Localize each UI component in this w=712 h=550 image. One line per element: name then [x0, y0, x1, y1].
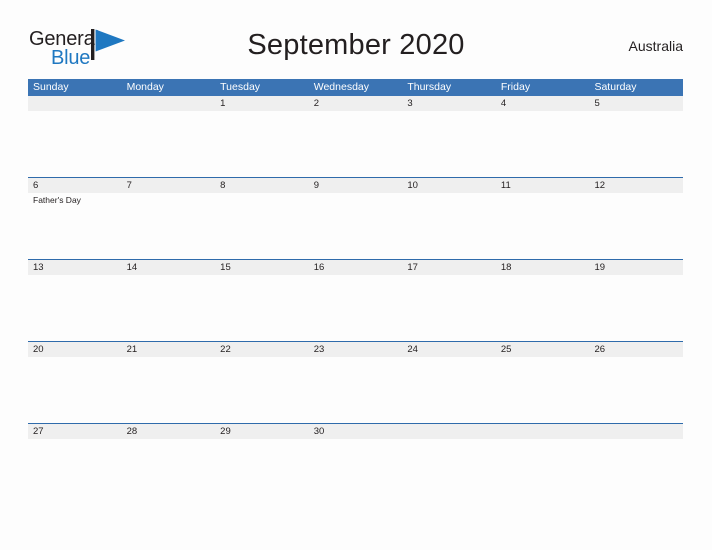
day-number[interactable]	[402, 424, 496, 439]
day-event[interactable]	[589, 275, 683, 341]
weekday-header-row: Sunday Monday Tuesday Wednesday Thursday…	[28, 79, 683, 96]
day-event[interactable]	[402, 357, 496, 423]
region-label: Australia	[628, 38, 683, 54]
day-number[interactable]: 1	[215, 96, 309, 111]
day-number[interactable]: 7	[122, 178, 216, 193]
day-event[interactable]	[28, 111, 122, 177]
calendar-week-row: 20 21 22 23 24 25 26	[28, 341, 683, 423]
day-event[interactable]	[215, 439, 309, 505]
day-number[interactable]: 11	[496, 178, 590, 193]
day-number[interactable]	[122, 96, 216, 111]
day-event[interactable]	[309, 275, 403, 341]
day-number[interactable]: 6	[28, 178, 122, 193]
day-number[interactable]	[589, 424, 683, 439]
day-number[interactable]: 27	[28, 424, 122, 439]
day-number[interactable]: 13	[28, 260, 122, 275]
day-event[interactable]	[496, 111, 590, 177]
date-number-band: 27 28 29 30	[28, 424, 683, 439]
day-event[interactable]	[122, 111, 216, 177]
day-event[interactable]	[215, 357, 309, 423]
day-event[interactable]	[122, 357, 216, 423]
day-event[interactable]	[309, 357, 403, 423]
day-event-band	[28, 357, 683, 423]
day-number[interactable]: 5	[589, 96, 683, 111]
day-number[interactable]: 18	[496, 260, 590, 275]
day-event[interactable]	[122, 439, 216, 505]
day-number[interactable]: 22	[215, 342, 309, 357]
day-number[interactable]	[496, 424, 590, 439]
calendar-week-row: 27 28 29 30	[28, 423, 683, 505]
calendar-week-row: 13 14 15 16 17 18 19	[28, 259, 683, 341]
day-number[interactable]: 21	[122, 342, 216, 357]
day-number[interactable]: 23	[309, 342, 403, 357]
weekday-header-sunday: Sunday	[33, 81, 69, 93]
day-number[interactable]: 19	[589, 260, 683, 275]
day-event-band: Father's Day	[28, 193, 683, 259]
day-number[interactable]: 15	[215, 260, 309, 275]
weekday-header-thursday: Thursday	[407, 81, 452, 93]
day-event[interactable]	[589, 357, 683, 423]
day-number[interactable]: 25	[496, 342, 590, 357]
day-number[interactable]: 28	[122, 424, 216, 439]
page-title: September 2020	[247, 29, 465, 61]
day-number[interactable]: 20	[28, 342, 122, 357]
calendar-week-row: 1 2 3 4 5	[28, 96, 683, 177]
day-event[interactable]	[402, 439, 496, 505]
day-event[interactable]	[402, 111, 496, 177]
day-number[interactable]: 8	[215, 178, 309, 193]
weekday-header-saturday: Saturday	[594, 81, 637, 93]
day-event[interactable]	[28, 439, 122, 505]
day-number[interactable]: 24	[402, 342, 496, 357]
day-event[interactable]	[402, 193, 496, 259]
day-number[interactable]: 29	[215, 424, 309, 439]
day-event[interactable]	[28, 357, 122, 423]
day-number[interactable]: 9	[309, 178, 403, 193]
calendar-grid: Sunday Monday Tuesday Wednesday Thursday…	[28, 79, 683, 505]
day-event[interactable]	[215, 275, 309, 341]
date-number-band: 20 21 22 23 24 25 26	[28, 342, 683, 357]
day-event[interactable]	[589, 439, 683, 505]
day-event[interactable]	[309, 111, 403, 177]
weekday-header-wednesday: Wednesday	[313, 81, 369, 93]
day-event-band	[28, 439, 683, 505]
calendar-week-row: 6 7 8 9 10 11 12 Father's Day	[28, 177, 683, 259]
date-number-band: 13 14 15 16 17 18 19	[28, 260, 683, 275]
calendar-page: General Blue September 2020 Australia Su…	[0, 0, 712, 550]
day-number[interactable]: 3	[402, 96, 496, 111]
weekday-header-tuesday: Tuesday	[220, 81, 261, 93]
day-event-band	[28, 111, 683, 177]
day-event[interactable]	[215, 193, 309, 259]
weekday-header-monday: Monday	[126, 81, 164, 93]
day-event[interactable]	[496, 193, 590, 259]
day-event[interactable]	[215, 111, 309, 177]
day-event[interactable]	[402, 275, 496, 341]
day-event[interactable]	[122, 275, 216, 341]
day-event[interactable]	[309, 439, 403, 505]
day-number[interactable]: 30	[309, 424, 403, 439]
day-number[interactable]: 12	[589, 178, 683, 193]
day-number[interactable]: 16	[309, 260, 403, 275]
date-number-band: 6 7 8 9 10 11 12	[28, 178, 683, 193]
day-number[interactable]: 2	[309, 96, 403, 111]
day-number[interactable]: 14	[122, 260, 216, 275]
date-number-band: 1 2 3 4 5	[28, 96, 683, 111]
day-event[interactable]	[496, 439, 590, 505]
day-event-band	[28, 275, 683, 341]
page-header: General Blue September 2020 Australia	[0, 20, 712, 70]
day-event[interactable]	[496, 357, 590, 423]
weekday-header-friday: Friday	[500, 81, 531, 93]
day-event[interactable]	[28, 275, 122, 341]
day-number[interactable]	[28, 96, 122, 111]
day-number[interactable]: 10	[402, 178, 496, 193]
day-event[interactable]: Father's Day	[28, 193, 122, 259]
day-event[interactable]	[589, 193, 683, 259]
day-event[interactable]	[309, 193, 403, 259]
day-event[interactable]	[496, 275, 590, 341]
day-event[interactable]	[589, 111, 683, 177]
day-event[interactable]	[122, 193, 216, 259]
day-number[interactable]: 4	[496, 96, 590, 111]
day-number[interactable]: 17	[402, 260, 496, 275]
day-number[interactable]: 26	[589, 342, 683, 357]
